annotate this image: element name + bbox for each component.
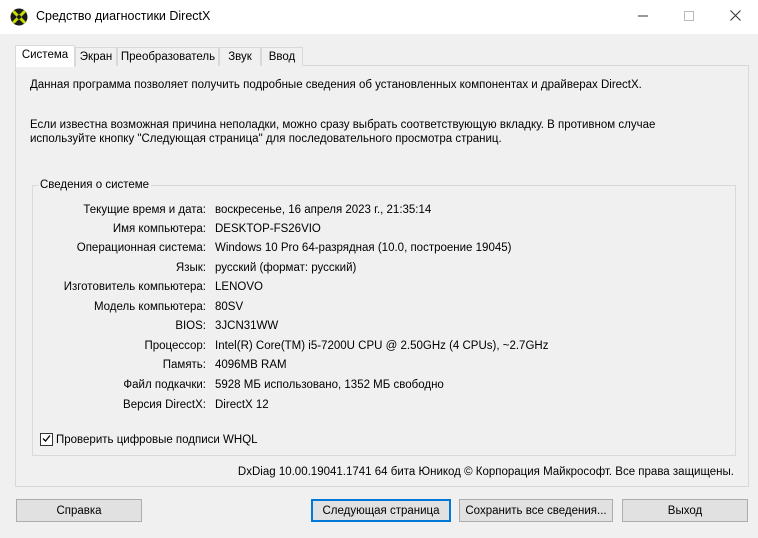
manufacturer-value: LENOVO: [215, 281, 263, 293]
directx-icon: [10, 8, 28, 26]
directx-version-label: Версия DirectX:: [123, 399, 206, 411]
directx-version-value: DirectX 12: [215, 399, 269, 411]
whql-checkbox-label[interactable]: Проверить цифровые подписи WHQL: [56, 434, 258, 446]
computer-name-value: DESKTOP-FS26VIO: [215, 223, 321, 235]
help-button-label: Справка: [56, 504, 102, 517]
save-all-button[interactable]: Сохранить все сведения...: [459, 499, 613, 522]
tab-label: Ввод: [268, 51, 296, 63]
date-time-label: Текущие время и дата:: [83, 204, 206, 216]
tab-label: Звук: [228, 51, 252, 63]
tab-input[interactable]: Ввод: [261, 47, 303, 66]
model-label: Модель компьютера:: [93, 301, 206, 313]
language-label: Язык:: [175, 262, 206, 274]
date-time-value: воскресенье, 16 апреля 2023 г., 21:35:14: [215, 204, 432, 216]
title-bar[interactable]: Средство диагностики DirectX: [0, 0, 758, 34]
window-title: Средство диагностики DirectX: [36, 9, 211, 23]
model-value: 80SV: [215, 301, 244, 313]
maximize-icon: [684, 10, 694, 24]
maximize-button[interactable]: [666, 0, 712, 34]
tab-label: Система: [21, 49, 69, 61]
page-file-label: Файл подкачки:: [123, 379, 206, 391]
tab-system[interactable]: Система: [15, 45, 75, 67]
system-info-title: Сведения о системе: [38, 179, 152, 191]
memory-value: 4096MB RAM: [215, 359, 287, 371]
bios-label: BIOS:: [175, 320, 206, 332]
manufacturer-label: Изготовитель компьютера:: [63, 281, 206, 293]
next-page-button[interactable]: Следующая страница: [311, 499, 451, 522]
whql-checkbox[interactable]: Проверить цифровые подписи WHQL: [40, 433, 258, 446]
page-file-value: 5928 МБ использовано, 1352 МБ свободно: [215, 379, 444, 391]
check-icon: [42, 434, 51, 446]
computer-name-label: Имя компьютера:: [112, 223, 206, 235]
memory-label: Память:: [162, 359, 206, 371]
tab-display[interactable]: Экран: [75, 47, 117, 66]
close-button[interactable]: [712, 0, 758, 34]
tab-label: Экран: [79, 51, 113, 63]
exit-button[interactable]: Выход: [622, 499, 748, 522]
tab-label: Преобразователь: [120, 51, 216, 63]
language-value: русский (формат: русский): [215, 262, 357, 274]
exit-button-label: Выход: [667, 504, 703, 517]
help-button[interactable]: Справка: [16, 499, 142, 522]
tab-sound[interactable]: Звук: [219, 47, 261, 66]
close-icon: [729, 10, 741, 24]
minimize-button[interactable]: [620, 0, 666, 34]
intro-text: Данная программа позволяет получить подр…: [30, 79, 642, 91]
os-value: Windows 10 Pro 64-разрядная (10.0, постр…: [215, 242, 512, 254]
processor-value: Intel(R) Core(TM) i5-7200U CPU @ 2.50GHz…: [215, 340, 549, 352]
minimize-icon: [638, 11, 648, 24]
bios-value: 3JCN31WW: [215, 320, 279, 332]
processor-label: Процессор:: [144, 340, 206, 352]
intro-hint-text: Если известна возможная причина неполадк…: [30, 119, 656, 145]
tab-render[interactable]: Преобразователь: [117, 47, 219, 66]
checkbox-box[interactable]: [40, 433, 53, 446]
next-page-button-label: Следующая страница: [322, 504, 440, 517]
os-label: Операционная система:: [76, 242, 206, 254]
copyright-footer: DxDiag 10.00.19041.1741 64 бита Юникод ©…: [237, 466, 734, 478]
save-all-button-label: Сохранить все сведения...: [465, 504, 607, 517]
